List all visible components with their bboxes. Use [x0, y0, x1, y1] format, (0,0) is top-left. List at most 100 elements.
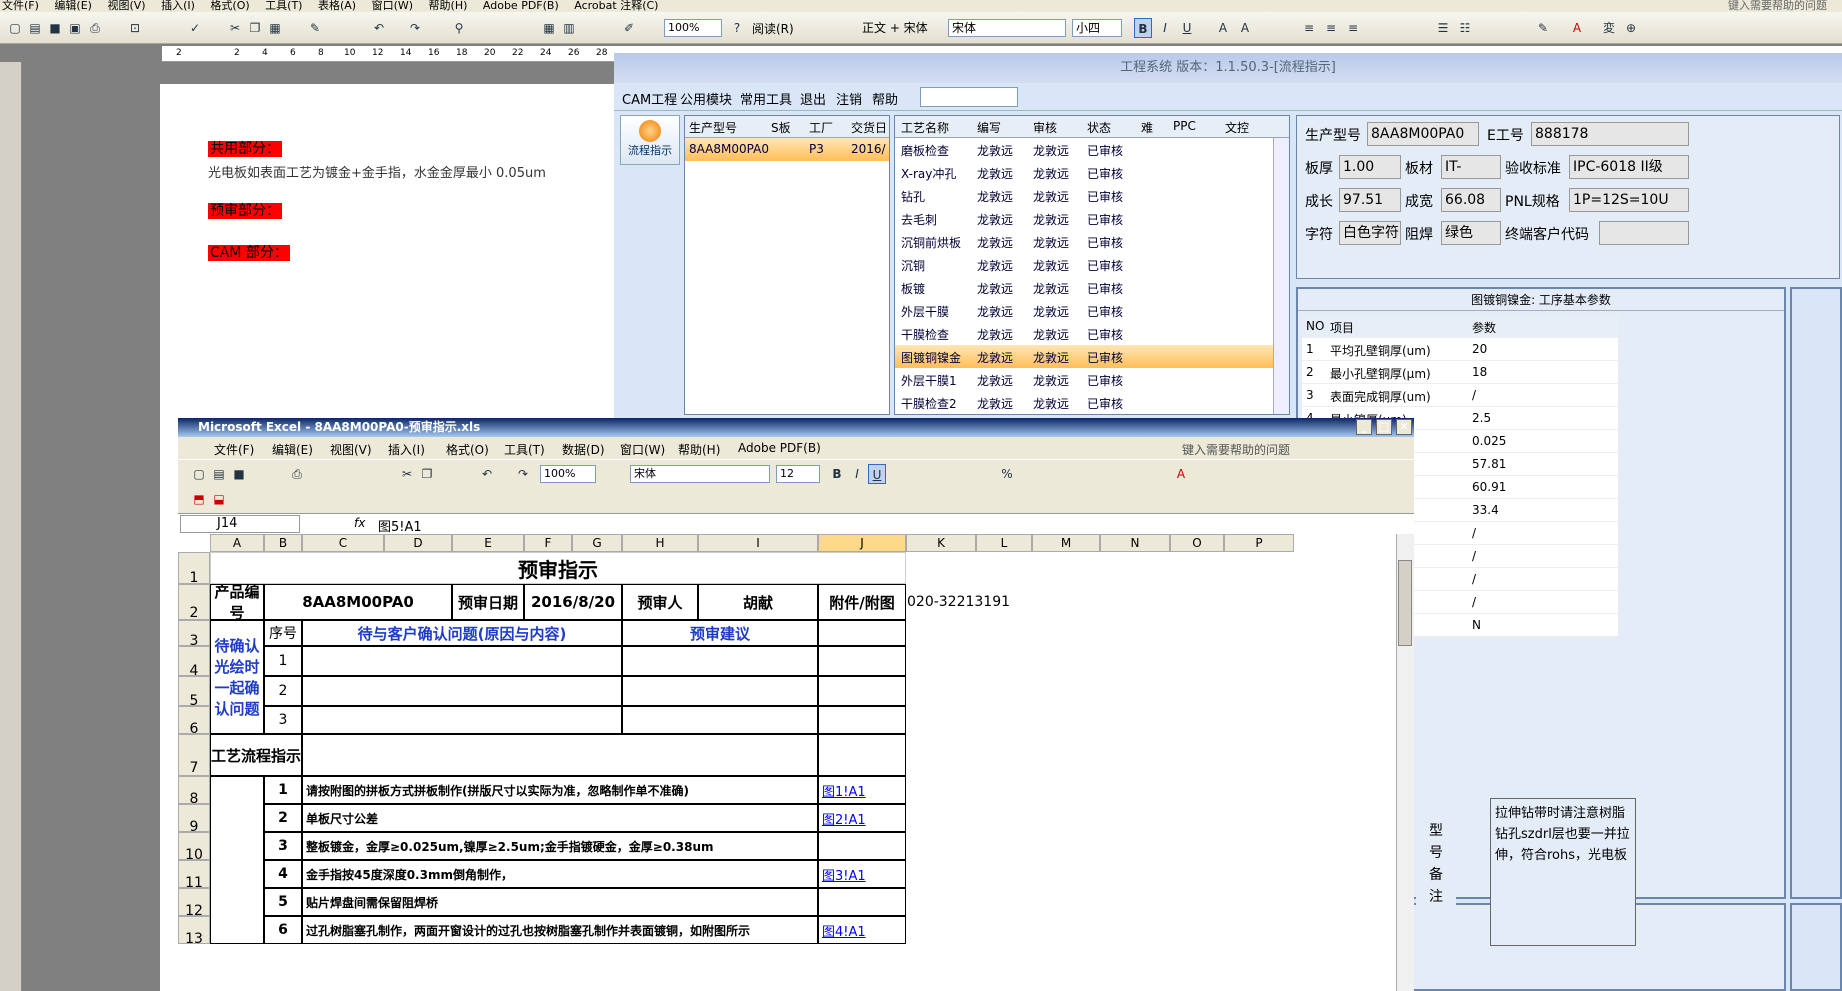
open-icon[interactable]: ▤ [26, 18, 44, 38]
eng-menu-cam[interactable]: CAM工程 [622, 89, 677, 108]
xl-menu-help[interactable]: 帮助(H) [678, 441, 720, 458]
flow-item-link[interactable]: 图2!A1 [818, 804, 906, 832]
flow-item-no[interactable]: 5 [264, 888, 302, 916]
column-header[interactable]: C [302, 534, 384, 552]
flow-item-text[interactable]: 整板镀金，金厚≥0.025um,镍厚≥2.5um;金手指镀硬金，金厚≥0.38u… [302, 832, 818, 860]
maximize-icon[interactable]: □ [1376, 419, 1392, 435]
numbering-icon[interactable]: ☰ [1434, 18, 1452, 38]
thickness-field[interactable]: 1.00 [1339, 155, 1401, 179]
format-painter-icon[interactable]: ✎ [306, 18, 324, 38]
attach-cell[interactable] [818, 646, 906, 676]
column-header[interactable]: B [264, 534, 302, 552]
material-field[interactable]: IT-180A- [1441, 155, 1501, 179]
encircle-icon[interactable]: ⊕ [1622, 18, 1640, 38]
eng-menu-tools[interactable]: 常用工具 [740, 89, 792, 108]
col-s-board[interactable]: S板 [771, 119, 791, 136]
process-row[interactable]: 钻孔 龙敦远 龙敦远 已审核 [895, 184, 1289, 207]
flow-item-link[interactable]: 图4!A1 [818, 916, 906, 944]
flow-item-text[interactable]: 贴片焊盘间需保留阻焊桥 [302, 888, 818, 916]
redo-icon[interactable]: ↷ [406, 18, 424, 38]
xl-italic-icon[interactable]: I [848, 464, 866, 484]
cut-icon[interactable]: ✂ [226, 18, 244, 38]
formula-input[interactable]: 图5!A1 [378, 516, 422, 535]
word-zoom-box[interactable]: 100% [664, 19, 722, 37]
bullets-icon[interactable]: ☷ [1456, 18, 1474, 38]
word-menu-view[interactable]: 视图(V) [107, 0, 145, 12]
col-ppc[interactable]: PPC [1173, 119, 1196, 133]
column-header[interactable]: D [384, 534, 452, 552]
col-doc-control[interactable]: 文控 [1225, 119, 1249, 136]
highlight-icon[interactable]: ✎ [1534, 18, 1552, 38]
row-header[interactable]: 6 [178, 706, 210, 737]
pdf-mail-icon[interactable]: ⬓ [210, 489, 228, 509]
print-preview-icon[interactable]: ⊡ [126, 18, 144, 38]
row-header[interactable]: 3 [178, 620, 210, 649]
params-row[interactable]: 1 平均孔壁铜厚(um) 20 [1302, 338, 1618, 361]
table-icon[interactable]: ▦ [540, 18, 558, 38]
row-header[interactable]: 1 [178, 552, 210, 586]
params-row[interactable]: 2 最小孔壁铜厚(μm) 18 [1302, 361, 1618, 384]
word-menu-adobe-pdf[interactable]: Adobe PDF(B) [483, 0, 559, 12]
underline-icon[interactable]: U [1178, 18, 1196, 38]
xl-save-icon[interactable]: ■ [230, 464, 248, 484]
flow-item-no[interactable]: 2 [264, 804, 302, 832]
xl-menu-file[interactable]: 文件(F) [214, 441, 254, 458]
process-row[interactable]: 干膜检查2 龙敦远 龙敦远 已审核 [895, 391, 1289, 414]
minimize-icon[interactable]: _ [1356, 419, 1372, 435]
xl-open-icon[interactable]: ▤ [210, 464, 228, 484]
process-row[interactable]: 沉铜 龙敦远 龙敦远 已审核 [895, 253, 1289, 276]
spelling-icon[interactable]: ✓ [186, 18, 204, 38]
process-row[interactable]: 沉铜前烘板 龙敦远 龙敦远 已审核 [895, 230, 1289, 253]
font-size-box[interactable]: 小四 [1072, 19, 1122, 37]
column-header[interactable]: E [452, 534, 524, 552]
word-menu-edit[interactable]: 编辑(E) [54, 0, 92, 12]
row-header[interactable]: 8 [178, 776, 210, 807]
process-row[interactable]: X-ray冲孔 龙敦远 龙敦远 已审核 [895, 161, 1289, 184]
read-button[interactable]: 阅读(R) [752, 20, 794, 37]
width-field[interactable]: 66.08 [1441, 188, 1501, 212]
xl-underline-icon[interactable]: U [868, 464, 886, 484]
row-header[interactable]: 12 [178, 888, 210, 919]
issue-cell[interactable] [302, 676, 622, 706]
suggest-label[interactable]: 预审建议 [622, 620, 818, 646]
job-grid[interactable]: 生产型号 S板 工厂 交货日 8AA8M00PA0 P3 2016/ [684, 115, 890, 415]
column-header[interactable]: K [906, 534, 976, 552]
align-right-icon[interactable]: ≡ [1344, 18, 1362, 38]
attach-cell[interactable] [818, 620, 906, 646]
flow-item-link-text[interactable]: 图1!A1 [822, 781, 866, 800]
word-menu-table[interactable]: 表格(A) [318, 0, 356, 12]
soldermask-field[interactable]: 绿色 [1441, 221, 1501, 245]
column-header[interactable]: A [210, 534, 264, 552]
xl-size-box[interactable]: 12 [776, 465, 820, 483]
xl-new-icon[interactable]: ▢ [190, 464, 208, 484]
product-no-value[interactable]: 8AA8M00PA0 [264, 584, 452, 620]
process-row[interactable]: 去毛刺 龙敦远 龙敦远 已审核 [895, 207, 1289, 230]
word-menu-format[interactable]: 格式(O) [210, 0, 249, 12]
process-row[interactable]: 外层干膜1 龙敦远 龙敦远 已审核 [895, 368, 1289, 391]
process-row[interactable]: 干膜检查 龙敦远 龙敦远 已审核 [895, 322, 1289, 345]
col-factory[interactable]: 工厂 [809, 119, 833, 136]
row-header[interactable]: 7 [178, 734, 210, 776]
process-row[interactable]: 图镀铜镍金 龙敦远 龙敦远 已审核 [895, 345, 1289, 368]
date-label[interactable]: 预审日期 [452, 584, 524, 620]
accept-field[interactable]: IPC-6018 II级 [1569, 155, 1689, 179]
name-box[interactable]: J14 [180, 515, 300, 533]
flow-cell[interactable] [302, 734, 818, 776]
process-grid[interactable]: 工艺名称 编写 审核 状态 难 PPC 文控 磨板检查 龙敦远 龙敦远 已审核 X-ra… [894, 115, 1290, 415]
char-border-icon[interactable]: A [1214, 18, 1232, 38]
help-icon[interactable]: ? [728, 18, 746, 38]
style-box[interactable]: 正文 + 宋体 [862, 19, 942, 37]
xl-percent-icon[interactable]: % [998, 464, 1016, 484]
row-header[interactable]: 9 [178, 804, 210, 835]
attach-cell[interactable] [818, 706, 906, 734]
word-menu-file[interactable]: 文件(F) [2, 0, 39, 12]
length-field[interactable]: 97.51 [1339, 188, 1401, 212]
attach-label[interactable]: 附件/附图 [818, 584, 906, 620]
column-header[interactable]: P [1224, 534, 1294, 552]
xl-menu-tools[interactable]: 工具(T) [504, 441, 545, 458]
legend-field[interactable]: 白色字符 [1339, 221, 1401, 245]
columns-icon[interactable]: ▥ [560, 18, 578, 38]
flow-item-link-text[interactable]: 图4!A1 [822, 921, 866, 940]
flow-item-text[interactable]: 金手指按45度深度0.3mm倒角制作， [302, 860, 818, 888]
reviewer-label[interactable]: 预审人 [622, 584, 698, 620]
